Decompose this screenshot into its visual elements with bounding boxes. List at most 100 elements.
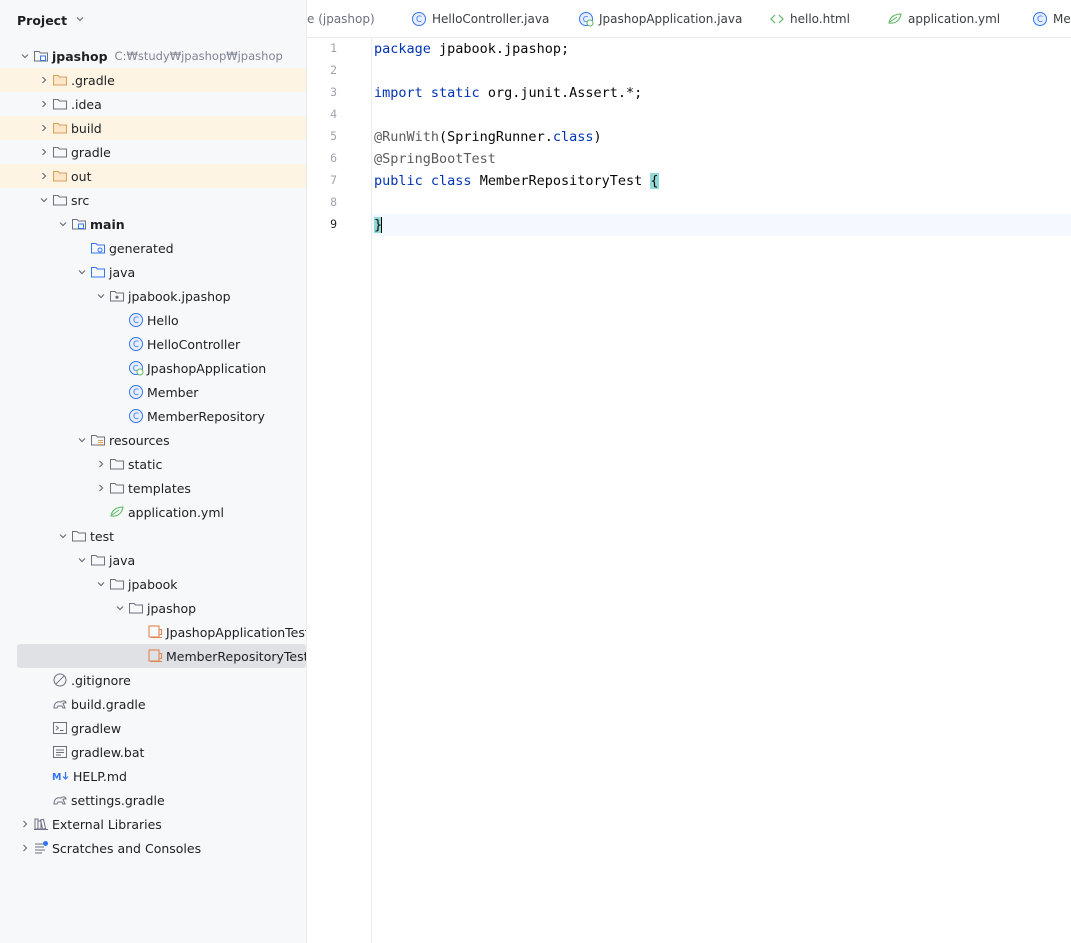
chevron-right-icon[interactable] <box>36 72 52 88</box>
chevron-right-icon[interactable] <box>17 840 33 856</box>
tree-item-gradlew-bat[interactable]: gradlew.bat <box>0 740 306 764</box>
line-number: 6 <box>330 151 337 165</box>
chevron-right-icon[interactable] <box>36 168 52 184</box>
tree-item-scratches-and-consoles[interactable]: Scratches and Consoles <box>0 836 306 860</box>
code-token: class <box>430 173 472 189</box>
svg-text:C: C <box>416 15 422 25</box>
chevron-down-icon[interactable] <box>36 192 52 208</box>
tree-item-label: jpabook <box>128 576 178 592</box>
chevron-down-icon[interactable] <box>55 528 71 544</box>
tree-item-jpabook-jpashop[interactable]: jpabook.jpashop <box>0 284 306 308</box>
tree-item-templates[interactable]: templates <box>0 476 306 500</box>
code-line: @SpringBootTest <box>374 148 496 170</box>
current-line-highlight <box>372 214 1071 236</box>
tree-item-label: resources <box>109 432 170 448</box>
tree-item-label: Hello <box>147 312 179 328</box>
package-icon <box>109 288 125 304</box>
tree-item-build[interactable]: build <box>0 116 306 140</box>
tab-hellocontroller-java[interactable]: C HelloController.java <box>411 10 549 28</box>
chevron-right-icon[interactable] <box>36 96 52 112</box>
tree-item-hello[interactable]: C Hello <box>0 308 306 332</box>
tree-item-out[interactable]: out <box>0 164 306 188</box>
panel-title: Project <box>17 12 68 28</box>
tab-hello-html[interactable]: hello.html <box>769 10 850 28</box>
class-icon: C <box>128 384 144 400</box>
chevron-down-icon[interactable] <box>55 216 71 232</box>
code-token: MemberRepositoryTest <box>471 173 651 189</box>
tree-item-memberrepository[interactable]: C MemberRepository <box>0 404 306 428</box>
tree-item-memberrepositorytest-ja[interactable]: MemberRepositoryTest.ja <box>17 644 306 668</box>
tree-item-java[interactable]: java <box>0 260 306 284</box>
line-number-gutter: 1 2 3 4 5 6 7 8 9 <box>307 38 372 943</box>
code-editor[interactable]: package jpabook.jpashop; import static or… <box>372 38 1071 943</box>
tree-item-external-libraries[interactable]: External Libraries <box>0 812 306 836</box>
chevron-down-icon[interactable] <box>17 48 33 64</box>
tree-item-resources[interactable]: resources <box>0 428 306 452</box>
tree-item-build-gradle[interactable]: build.gradle <box>0 692 306 716</box>
tree-item-jpashopapplication[interactable]: C JpashopApplication <box>0 356 306 380</box>
tree-item-src[interactable]: src <box>0 188 306 212</box>
chevron-down-icon[interactable] <box>93 576 109 592</box>
chevron-down-icon[interactable] <box>74 264 90 280</box>
folder-icon <box>71 528 87 544</box>
tree-item-settings-gradle[interactable]: settings.gradle <box>0 788 306 812</box>
project-panel: Project jpashop C:₩study₩jpashop₩jpashop.… <box>0 0 307 943</box>
chevron-down-icon[interactable] <box>112 600 128 616</box>
tree-item-hellocontroller[interactable]: C HelloController <box>0 332 306 356</box>
tab-e-jpashop[interactable]: e (jpashop) <box>307 10 375 28</box>
folder-icon <box>52 96 68 112</box>
chevron-down-icon[interactable] <box>93 288 109 304</box>
class-icon: C <box>128 312 144 328</box>
tree-item-test[interactable]: test <box>0 524 306 548</box>
tree-item-gitignore[interactable]: .gitignore <box>0 668 306 692</box>
tree-item-help-md[interactable]: M HELP.md <box>0 764 306 788</box>
chevron-down-icon[interactable] <box>74 552 90 568</box>
tree-item-member[interactable]: C Member <box>0 380 306 404</box>
tree-item-label: out <box>71 168 92 184</box>
scratches-icon <box>33 840 49 856</box>
source-folder-icon <box>90 264 106 280</box>
chevron-right-icon[interactable] <box>93 480 109 496</box>
tree-item-gradle[interactable]: .gradle <box>0 68 306 92</box>
tree-item-label: jpashop <box>147 600 197 616</box>
chevron-right-icon[interactable] <box>36 144 52 160</box>
tree-item-gradlew[interactable]: gradlew <box>0 716 306 740</box>
tree-item-jpashop[interactable]: jpashop C:₩study₩jpashop₩jpashop <box>0 44 306 68</box>
chevron-down-icon[interactable] <box>74 432 90 448</box>
svg-text:C: C <box>133 412 139 422</box>
tree-item-application-yml[interactable]: application.yml <box>0 500 306 524</box>
module-folder-icon <box>71 216 87 232</box>
tree-item-java[interactable]: java <box>0 548 306 572</box>
tree-item-label: application.yml <box>128 504 224 520</box>
spring-yml-icon <box>887 11 903 27</box>
tree-item-jpashopapplicationtests-j[interactable]: JpashopApplicationTests.j <box>0 620 306 644</box>
tree-item-jpabook[interactable]: jpabook <box>0 572 306 596</box>
project-path: C:₩study₩jpashop₩jpashop <box>114 49 283 63</box>
chevron-right-icon[interactable] <box>93 456 109 472</box>
code-token: @RunWith <box>374 129 440 145</box>
tree-item-label: build.gradle <box>71 696 146 712</box>
tree-item-static[interactable]: static <box>0 452 306 476</box>
tree-item-idea[interactable]: .idea <box>0 92 306 116</box>
tree-item-label: gradlew <box>71 720 122 736</box>
tree-item-generated[interactable]: generated <box>0 236 306 260</box>
text-caret <box>381 217 383 233</box>
tab-label: Mem <box>1053 12 1071 26</box>
tab-application-yml[interactable]: application.yml <box>887 10 1000 28</box>
tree-item-main[interactable]: main <box>0 212 306 236</box>
tab-jpashopapplication-java[interactable]: C JpashopApplication.java <box>578 10 742 28</box>
tree-item-label: HelloController <box>147 336 241 352</box>
folder-icon <box>52 72 68 88</box>
chevron-right-icon[interactable] <box>36 120 52 136</box>
tab-mem[interactable]: C Mem <box>1032 10 1071 28</box>
chevron-right-icon[interactable] <box>17 816 33 832</box>
project-view-selector[interactable]: Project <box>17 10 85 30</box>
tree-item-jpashop[interactable]: jpashop <box>0 596 306 620</box>
svg-text:C: C <box>1037 15 1043 25</box>
library-icon <box>33 816 49 832</box>
tree-item-gradle[interactable]: gradle <box>0 140 306 164</box>
